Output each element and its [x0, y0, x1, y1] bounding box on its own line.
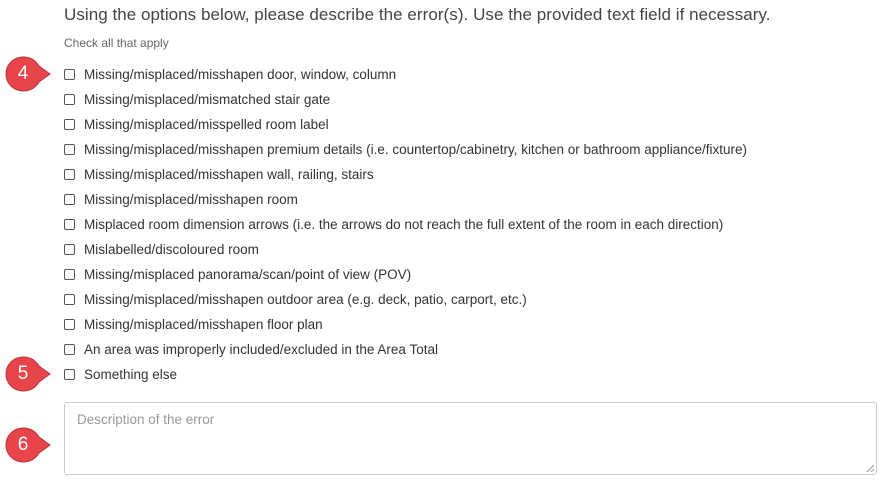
checkbox[interactable]	[64, 294, 75, 305]
option-wall-railing-stairs[interactable]: Missing/misplaced/misshapen wall, railin…	[64, 162, 747, 187]
marker-number: 5	[17, 363, 29, 384]
option-label[interactable]: Missing/misplaced/misshapen door, window…	[84, 67, 396, 82]
checkbox[interactable]	[64, 144, 75, 155]
step-marker-6: 6	[5, 427, 51, 463]
marker-number: 4	[17, 63, 29, 84]
checkbox[interactable]	[64, 344, 75, 355]
option-label[interactable]: Missing/misplaced/misshapen premium deta…	[84, 142, 747, 157]
option-something-else[interactable]: Something else	[64, 362, 747, 387]
option-label[interactable]: Missing/misplaced panorama/scan/point of…	[84, 267, 411, 282]
option-label[interactable]: Misplaced room dimension arrows (i.e. th…	[84, 217, 723, 232]
option-label[interactable]: An area was improperly included/excluded…	[84, 342, 438, 357]
option-label[interactable]: Missing/misplaced/mismatched stair gate	[84, 92, 330, 107]
checkbox[interactable]	[64, 169, 75, 180]
checkbox[interactable]	[64, 369, 75, 380]
checkbox[interactable]	[64, 69, 75, 80]
form-heading: Using the options below, please describe…	[64, 5, 771, 24]
checkbox[interactable]	[64, 94, 75, 105]
marker-number: 6	[17, 434, 29, 455]
checkbox[interactable]	[64, 194, 75, 205]
option-label[interactable]: Missing/misplaced/misshapen outdoor area…	[84, 292, 527, 307]
option-label[interactable]: Missing/misplaced/misshapen wall, railin…	[84, 167, 374, 182]
option-label[interactable]: Missing/misplaced/misshapen floor plan	[84, 317, 323, 332]
step-marker-5: 5	[5, 356, 51, 392]
option-mislabelled-room[interactable]: Mislabelled/discoloured room	[64, 237, 747, 262]
option-dimension-arrows[interactable]: Misplaced room dimension arrows (i.e. th…	[64, 212, 747, 237]
resize-handle-icon[interactable]	[866, 464, 874, 472]
option-stair-gate[interactable]: Missing/misplaced/mismatched stair gate	[64, 87, 747, 112]
option-door-window-column[interactable]: Missing/misplaced/misshapen door, window…	[64, 62, 747, 87]
option-premium-details[interactable]: Missing/misplaced/misshapen premium deta…	[64, 137, 747, 162]
checkbox[interactable]	[64, 269, 75, 280]
option-room[interactable]: Missing/misplaced/misshapen room	[64, 187, 747, 212]
option-room-label[interactable]: Missing/misplaced/misspelled room label	[64, 112, 747, 137]
option-label[interactable]: Missing/misplaced/misshapen room	[84, 192, 298, 207]
option-label[interactable]: Mislabelled/discoloured room	[84, 242, 259, 257]
option-floor-plan[interactable]: Missing/misplaced/misshapen floor plan	[64, 312, 747, 337]
form-hint: Check all that apply	[64, 36, 169, 50]
error-options-list: Missing/misplaced/misshapen door, window…	[64, 62, 747, 387]
checkbox[interactable]	[64, 319, 75, 330]
option-area-total[interactable]: An area was improperly included/excluded…	[64, 337, 747, 362]
error-description-field[interactable]	[64, 402, 877, 475]
checkbox[interactable]	[64, 119, 75, 130]
option-label[interactable]: Missing/misplaced/misspelled room label	[84, 117, 329, 132]
step-marker-4: 4	[5, 56, 51, 92]
option-label[interactable]: Something else	[84, 367, 177, 382]
checkbox[interactable]	[64, 244, 75, 255]
checkbox[interactable]	[64, 219, 75, 230]
option-panorama-scan-pov[interactable]: Missing/misplaced panorama/scan/point of…	[64, 262, 747, 287]
option-outdoor-area[interactable]: Missing/misplaced/misshapen outdoor area…	[64, 287, 747, 312]
